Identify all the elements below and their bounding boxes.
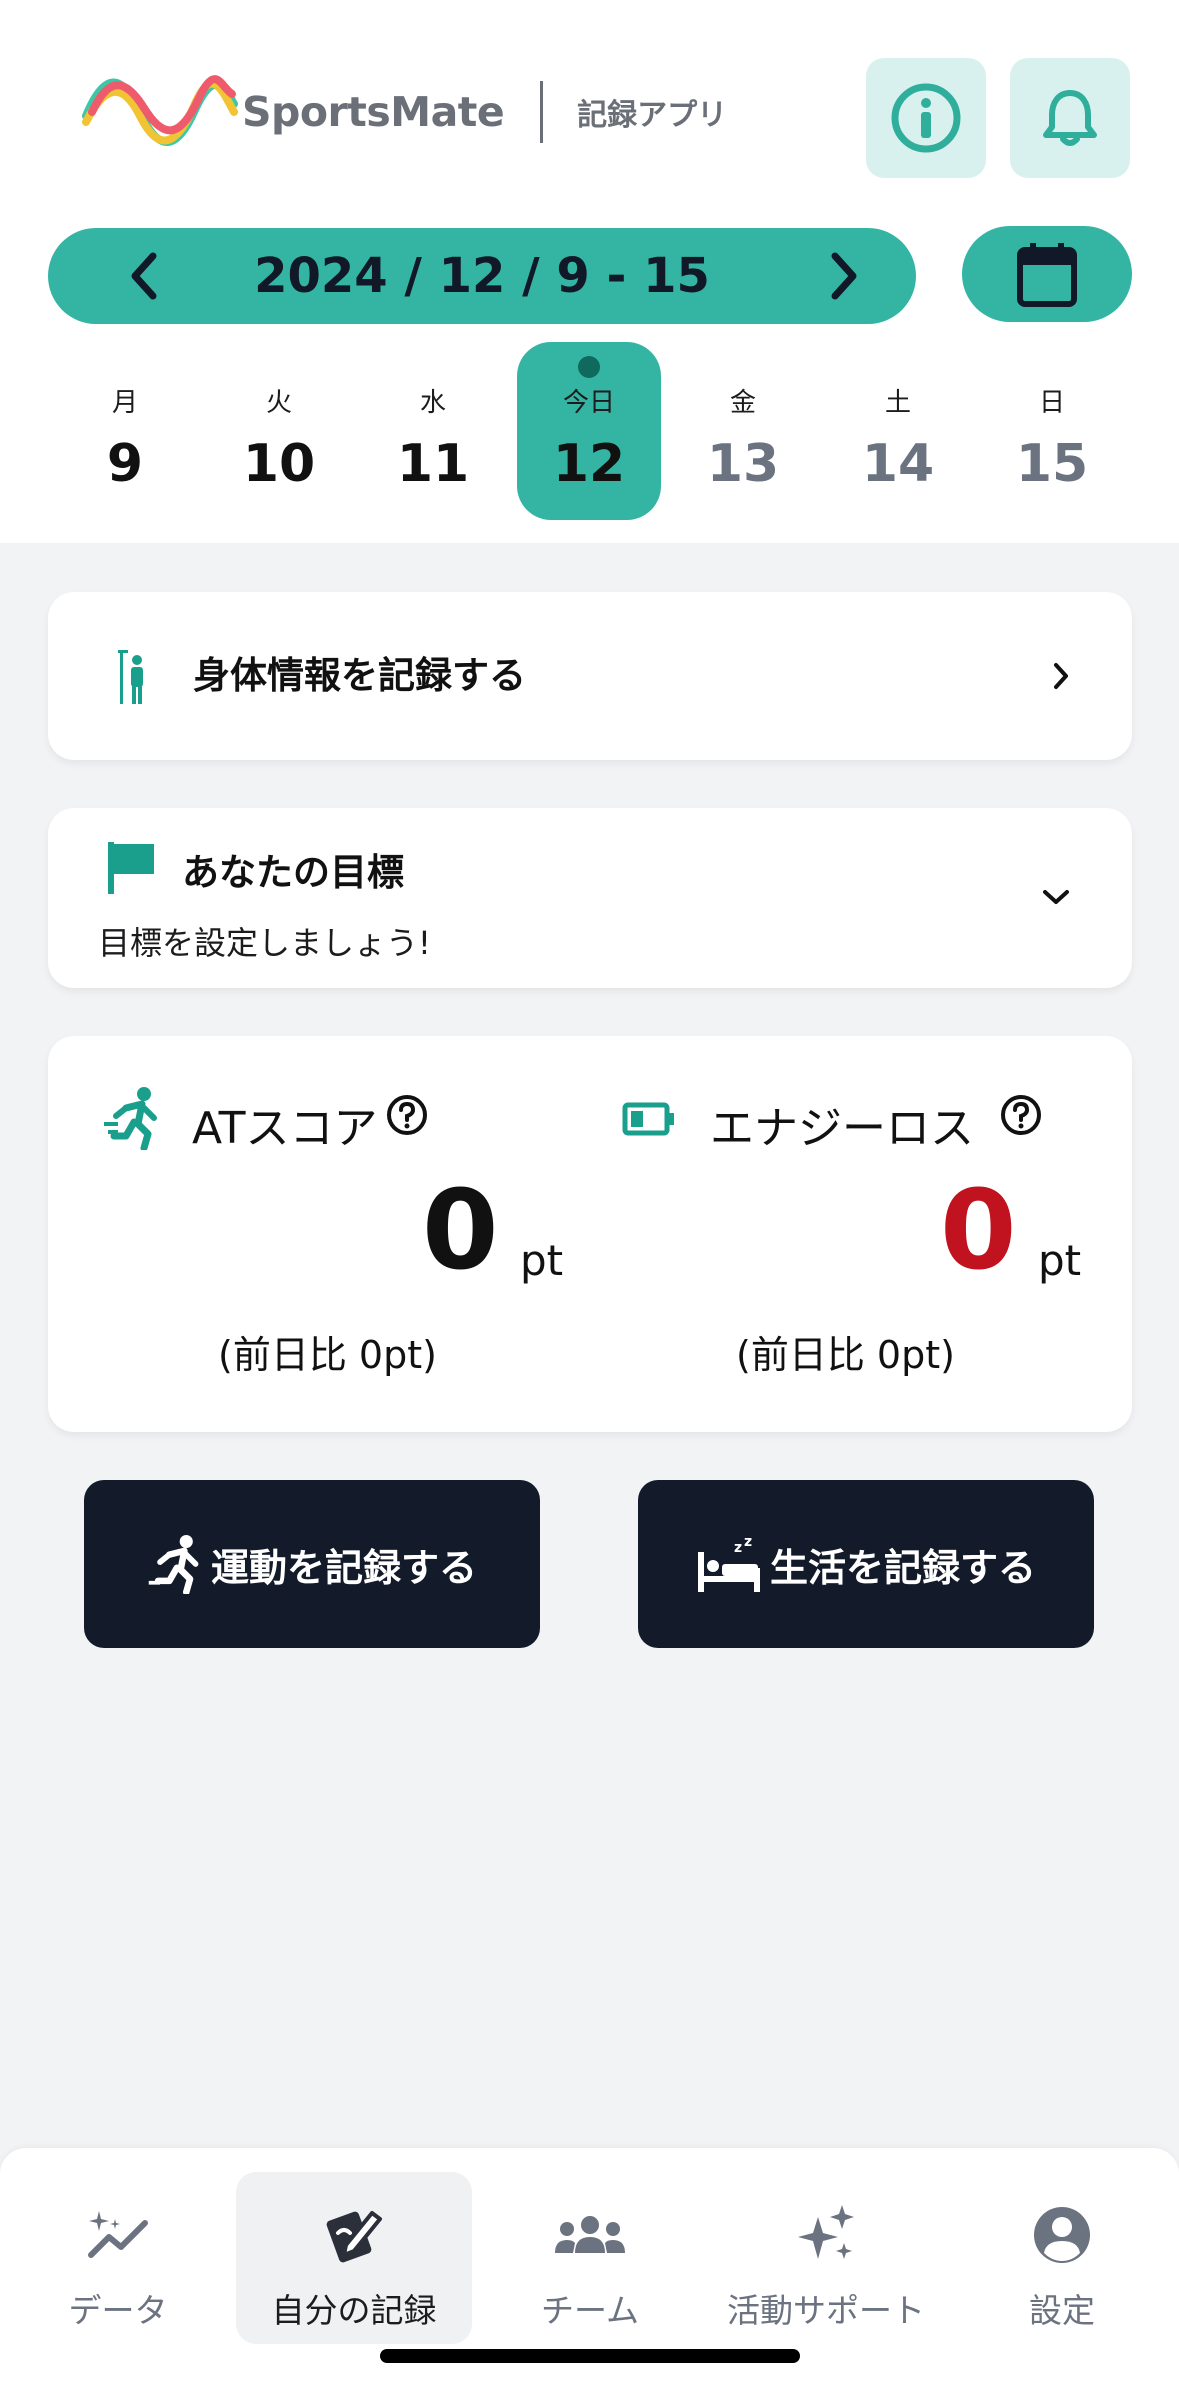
day-sat[interactable]: 土 14 bbox=[826, 342, 970, 520]
nav-data[interactable]: データ bbox=[0, 2172, 236, 2344]
nav-activity-support[interactable]: 活動サポート bbox=[708, 2172, 944, 2344]
info-icon bbox=[891, 83, 961, 153]
flag-icon bbox=[108, 842, 154, 894]
logo-divider bbox=[540, 81, 544, 143]
nav-icon-wrap bbox=[944, 2202, 1179, 2268]
goal-card[interactable]: あなたの目標 目標を設定しましょう! bbox=[48, 808, 1132, 988]
body-info-label: 身体情報を記録する bbox=[193, 654, 526, 697]
today-indicator-dot bbox=[578, 356, 600, 378]
energy-loss-unit: pt bbox=[1038, 1236, 1082, 1285]
sparkles-icon bbox=[798, 2205, 854, 2259]
at-score-diff: (前日比 0pt) bbox=[218, 1333, 437, 1377]
at-score-label: ATスコア bbox=[192, 1103, 378, 1154]
day-mon[interactable]: 月 9 bbox=[53, 342, 197, 520]
nav-label: 設定 bbox=[1029, 2291, 1095, 2330]
day-today[interactable]: 今日 12 bbox=[517, 342, 661, 520]
nav-icon-wrap bbox=[0, 2202, 236, 2268]
day-name: 水 bbox=[419, 388, 446, 418]
notifications-button[interactable] bbox=[1010, 58, 1130, 178]
goal-subtitle: 目標を設定しましょう! bbox=[98, 924, 431, 962]
record-life-label: 生活を記録する bbox=[769, 1545, 1036, 1590]
bed-sleep-icon: z z bbox=[697, 1534, 760, 1592]
nav-label: 活動サポート bbox=[727, 2291, 925, 2330]
home-indicator bbox=[380, 2349, 800, 2363]
app-logo: SportsMate 記録アプリ bbox=[82, 72, 727, 152]
goal-title: あなたの目標 bbox=[182, 851, 404, 894]
svg-text:z: z bbox=[744, 1534, 752, 1550]
day-number: 10 bbox=[242, 434, 316, 494]
week-range: 2024 / 12 / 9 - 15 bbox=[254, 248, 710, 304]
score-card: ATスコア 0 pt (前日比 0pt) エナジーロス 0 pt (前日比 0p… bbox=[48, 1036, 1132, 1432]
chevron-right-icon bbox=[831, 252, 857, 300]
day-number: 11 bbox=[396, 434, 470, 494]
day-number: 14 bbox=[861, 434, 935, 494]
chevron-down-icon bbox=[1043, 890, 1069, 904]
record-exercise-label: 運動を記録する bbox=[210, 1545, 477, 1590]
help-icon[interactable] bbox=[386, 1094, 428, 1136]
brand-name: SportsMate bbox=[242, 88, 505, 136]
help-icon[interactable] bbox=[1000, 1094, 1042, 1136]
chevron-right-icon bbox=[1054, 663, 1068, 689]
sportsmate-logo-icon bbox=[82, 75, 238, 146]
day-number: 9 bbox=[106, 434, 144, 494]
next-week-button[interactable] bbox=[818, 250, 870, 302]
day-sun[interactable]: 日 15 bbox=[980, 342, 1124, 520]
bell-icon bbox=[1043, 90, 1097, 146]
nav-label: 自分の記録 bbox=[271, 2291, 437, 2330]
nav-label: データ bbox=[68, 2291, 168, 2330]
week-selector: 2024 / 12 / 9 - 15 bbox=[48, 228, 916, 324]
day-number: 13 bbox=[706, 434, 780, 494]
nav-team[interactable]: チーム bbox=[472, 2172, 708, 2344]
record-exercise-button[interactable]: 運動を記録する bbox=[84, 1480, 540, 1648]
nav-icon-wrap bbox=[708, 2202, 944, 2268]
nav-icon-wrap bbox=[472, 2202, 708, 2268]
nav-settings[interactable]: 設定 bbox=[944, 2172, 1179, 2344]
account-settings-icon bbox=[1034, 2207, 1090, 2263]
energy-loss-label: エナジーロス bbox=[710, 1103, 974, 1154]
day-number: 12 bbox=[552, 434, 626, 494]
team-icon bbox=[555, 2216, 625, 2253]
day-number: 15 bbox=[1015, 434, 1089, 494]
runner-icon bbox=[104, 1087, 157, 1150]
day-fri[interactable]: 金 13 bbox=[671, 342, 815, 520]
battery-low-icon bbox=[622, 1102, 674, 1136]
runner-icon bbox=[148, 1534, 199, 1594]
calendar-button[interactable] bbox=[962, 226, 1132, 322]
day-wed[interactable]: 水 11 bbox=[361, 342, 505, 520]
energy-loss-diff: (前日比 0pt) bbox=[736, 1333, 955, 1377]
body-info-card[interactable]: 身体情報を記録する bbox=[48, 592, 1132, 760]
edit-record-icon bbox=[326, 2211, 382, 2263]
svg-text:z: z bbox=[734, 1540, 742, 1556]
calendar-icon bbox=[1017, 243, 1077, 307]
day-name: 今日 bbox=[562, 388, 615, 418]
day-name: 土 bbox=[884, 388, 911, 418]
energy-loss-value: 0 bbox=[940, 1166, 1017, 1294]
day-tue[interactable]: 火 10 bbox=[207, 342, 351, 520]
day-name: 金 bbox=[729, 388, 756, 418]
nav-my-record[interactable]: 自分の記録 bbox=[236, 2172, 472, 2344]
app-subtitle: 記録アプリ bbox=[577, 98, 728, 133]
day-name: 火 bbox=[265, 388, 292, 418]
at-score-unit: pt bbox=[520, 1236, 564, 1285]
at-score-value: 0 bbox=[422, 1166, 499, 1294]
nav-label: チーム bbox=[540, 2291, 639, 2330]
body-measure-icon bbox=[118, 650, 143, 704]
data-sparkle-chart-icon bbox=[88, 2211, 148, 2258]
day-name: 日 bbox=[1038, 388, 1065, 418]
nav-icon-wrap bbox=[236, 2202, 472, 2268]
record-life-button[interactable]: z z 生活を記録する bbox=[638, 1480, 1094, 1648]
info-button[interactable] bbox=[866, 58, 986, 178]
day-name: 月 bbox=[111, 388, 138, 418]
